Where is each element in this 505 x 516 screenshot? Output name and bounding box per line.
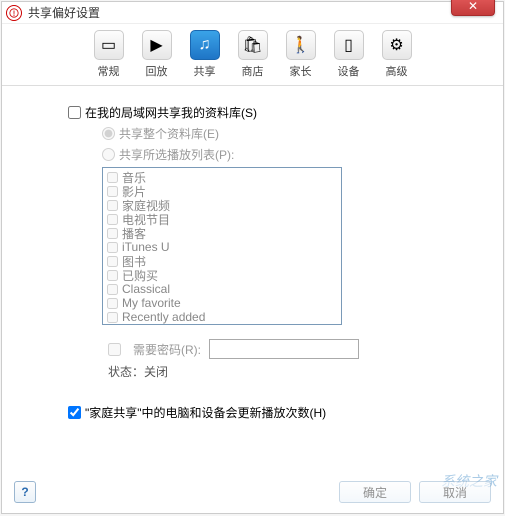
password-input[interactable] bbox=[209, 339, 359, 359]
share-entire-label: 共享整个资料库(E) bbox=[119, 125, 219, 142]
tab-store[interactable]: 🛍 商店 bbox=[234, 30, 272, 79]
close-button[interactable]: ✕ bbox=[451, 0, 495, 16]
tab-label: 常规 bbox=[98, 63, 120, 79]
cancel-button[interactable]: 取消 bbox=[419, 481, 491, 503]
app-icon bbox=[6, 5, 22, 21]
sharing-icon: ♫ bbox=[190, 30, 220, 60]
home-sharing-label: "家庭共享"中的电脑和设备会更新播放次数(H) bbox=[85, 404, 326, 421]
playlist-checkbox[interactable] bbox=[107, 270, 118, 281]
share-entire-radio[interactable] bbox=[102, 127, 115, 140]
general-icon: ▭ bbox=[94, 30, 124, 60]
share-entire-row[interactable]: 共享整个资料库(E) bbox=[102, 125, 473, 142]
playlist-checkbox[interactable] bbox=[107, 228, 118, 239]
store-icon: 🛍 bbox=[238, 30, 268, 60]
toolbar: ▭ 常规 ▶ 回放 ♫ 共享 🛍 商店 🚶 家长 ▯ 设备 ⚙ 高级 bbox=[2, 24, 503, 86]
playlist-listbox[interactable]: 音乐影片家庭视频电视节目播客iTunes U图书已购买ClassicalMy f… bbox=[102, 167, 342, 325]
window-title: 共享偏好设置 bbox=[28, 4, 100, 21]
playlist-checkbox[interactable] bbox=[107, 312, 118, 323]
devices-icon: ▯ bbox=[334, 30, 364, 60]
tab-label: 家长 bbox=[290, 63, 312, 79]
playlist-checkbox[interactable] bbox=[107, 186, 118, 197]
tab-devices[interactable]: ▯ 设备 bbox=[330, 30, 368, 79]
playlist-checkbox[interactable] bbox=[107, 214, 118, 225]
status-value: 关闭 bbox=[144, 365, 168, 379]
tab-label: 回放 bbox=[146, 63, 168, 79]
playlist-label: 播客 bbox=[122, 225, 146, 242]
tab-advanced[interactable]: ⚙ 高级 bbox=[378, 30, 416, 79]
list-item[interactable]: Recently added bbox=[107, 310, 337, 324]
playlist-checkbox[interactable] bbox=[107, 200, 118, 211]
playback-icon: ▶ bbox=[142, 30, 172, 60]
share-selected-radio[interactable] bbox=[102, 148, 115, 161]
list-item[interactable]: My favorite bbox=[107, 296, 337, 310]
content-pane: 在我的局域网共享我的资料库(S) 共享整个资料库(E) 共享所选播放列表(P):… bbox=[2, 86, 503, 421]
list-item[interactable]: 播客 bbox=[107, 226, 337, 240]
share-lan-label: 在我的局域网共享我的资料库(S) bbox=[85, 104, 257, 121]
status-label: 状态： bbox=[108, 365, 144, 379]
titlebar: 共享偏好设置 bbox=[2, 2, 503, 24]
playlist-checkbox[interactable] bbox=[107, 298, 118, 309]
require-password-label: 需要密码(R): bbox=[133, 341, 201, 358]
status-row: 状态：关闭 bbox=[108, 363, 473, 380]
playlist-label: Classical bbox=[122, 282, 170, 296]
tab-general[interactable]: ▭ 常规 bbox=[90, 30, 128, 79]
ok-button[interactable]: 确定 bbox=[339, 481, 411, 503]
share-selected-row[interactable]: 共享所选播放列表(P): bbox=[102, 146, 473, 163]
help-button[interactable]: ? bbox=[14, 481, 36, 503]
playlist-checkbox[interactable] bbox=[107, 284, 118, 295]
require-password-checkbox[interactable] bbox=[108, 343, 121, 356]
home-sharing-row[interactable]: "家庭共享"中的电脑和设备会更新播放次数(H) bbox=[68, 404, 473, 421]
preferences-window: ✕ 共享偏好设置 ▭ 常规 ▶ 回放 ♫ 共享 🛍 商店 🚶 家长 ▯ 设备 ⚙ 高级 在我的局域网共享我… bbox=[1, 1, 504, 514]
share-lan-checkbox[interactable] bbox=[68, 106, 81, 119]
parental-icon: 🚶 bbox=[286, 30, 316, 60]
footer: ? 确定 取消 bbox=[14, 481, 491, 503]
tab-label: 商店 bbox=[242, 63, 264, 79]
home-sharing-checkbox[interactable] bbox=[68, 406, 81, 419]
playlist-label: My favorite bbox=[122, 296, 181, 310]
share-lan-row[interactable]: 在我的局域网共享我的资料库(S) bbox=[68, 104, 473, 121]
tab-sharing[interactable]: ♫ 共享 bbox=[186, 30, 224, 79]
list-item[interactable]: Classical bbox=[107, 282, 337, 296]
tab-label: 高级 bbox=[386, 63, 408, 79]
playlist-checkbox[interactable] bbox=[107, 172, 118, 183]
advanced-icon: ⚙ bbox=[382, 30, 412, 60]
playlist-label: Recently added bbox=[122, 310, 205, 324]
list-item[interactable]: 已购买 bbox=[107, 268, 337, 282]
tab-parental[interactable]: 🚶 家长 bbox=[282, 30, 320, 79]
password-row: 需要密码(R): bbox=[108, 339, 473, 359]
playlist-label: 已购买 bbox=[122, 267, 158, 284]
playlist-checkbox[interactable] bbox=[107, 242, 118, 253]
playlist-checkbox[interactable] bbox=[107, 256, 118, 267]
tab-label: 共享 bbox=[194, 63, 216, 79]
tab-label: 设备 bbox=[338, 63, 360, 79]
share-selected-label: 共享所选播放列表(P): bbox=[119, 146, 234, 163]
tab-playback[interactable]: ▶ 回放 bbox=[138, 30, 176, 79]
